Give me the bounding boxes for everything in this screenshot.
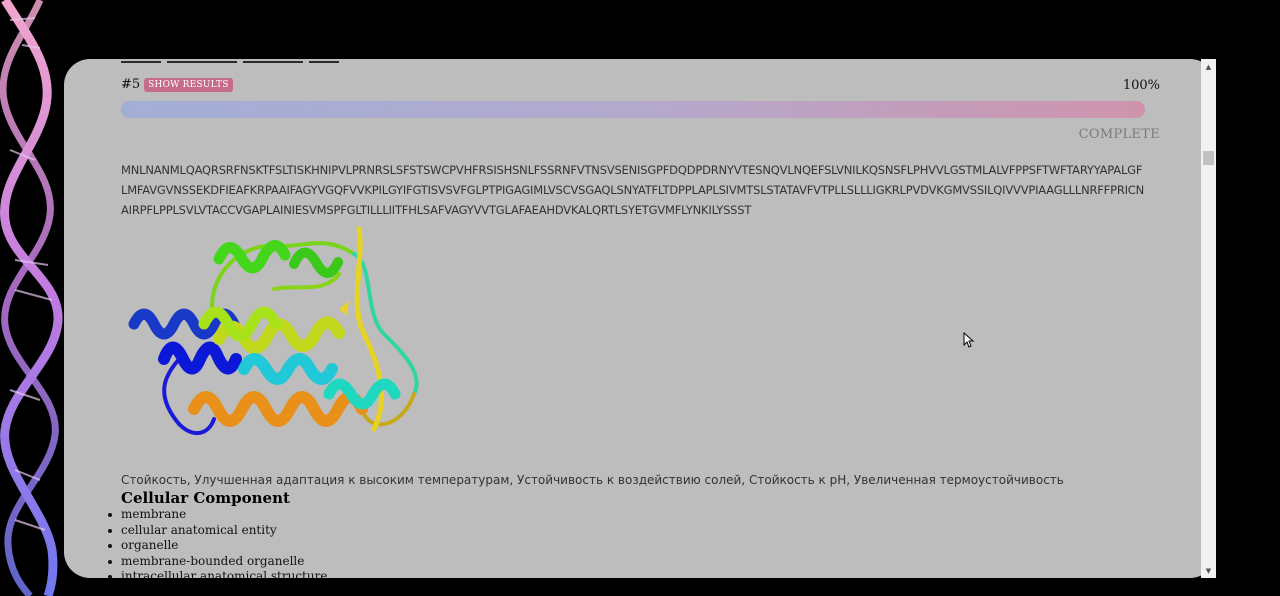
triangle-down-icon[interactable]: ▼ (1201, 563, 1216, 578)
job-number: #5 (121, 77, 141, 92)
job-header: #5 SHOW RESULTS (121, 77, 233, 92)
results-panel: #5 SHOW RESULTS 100% COMPLETE MNLNANMLQA… (64, 59, 1216, 578)
triangle-up-icon[interactable]: ▲ (1201, 59, 1216, 74)
predicted-properties: Стойкость, Улучшенная адаптация к высоки… (121, 473, 1064, 487)
show-results-button[interactable]: SHOW RESULTS (144, 77, 233, 92)
progress-percent: 100% (1122, 78, 1160, 93)
progress-bar (121, 101, 1145, 118)
cut-off-heading (121, 59, 361, 63)
cellular-component-title: Cellular Component (121, 489, 290, 507)
list-item: membrane (107, 507, 327, 523)
progress-bar-fill (121, 101, 1145, 118)
list-item: organelle (107, 538, 327, 554)
cellular-component-list: membrane cellular anatomical entity orga… (107, 507, 327, 578)
list-item: cellular anatomical entity (107, 523, 327, 539)
protein-sequence: MNLNANMLQAQRSRFNSKTFSLTISKHNIPVLPRNRSLSF… (121, 163, 1145, 217)
list-item: membrane-bounded organelle (107, 554, 327, 570)
protein-structure-image (124, 224, 424, 454)
scrollbar-thumb[interactable] (1203, 151, 1214, 165)
list-item: intracellular anatomical structure (107, 569, 327, 578)
vertical-scrollbar[interactable]: ▲ ▼ (1201, 59, 1216, 578)
mouse-pointer-icon (963, 332, 975, 348)
job-status: COMPLETE (1078, 127, 1160, 142)
